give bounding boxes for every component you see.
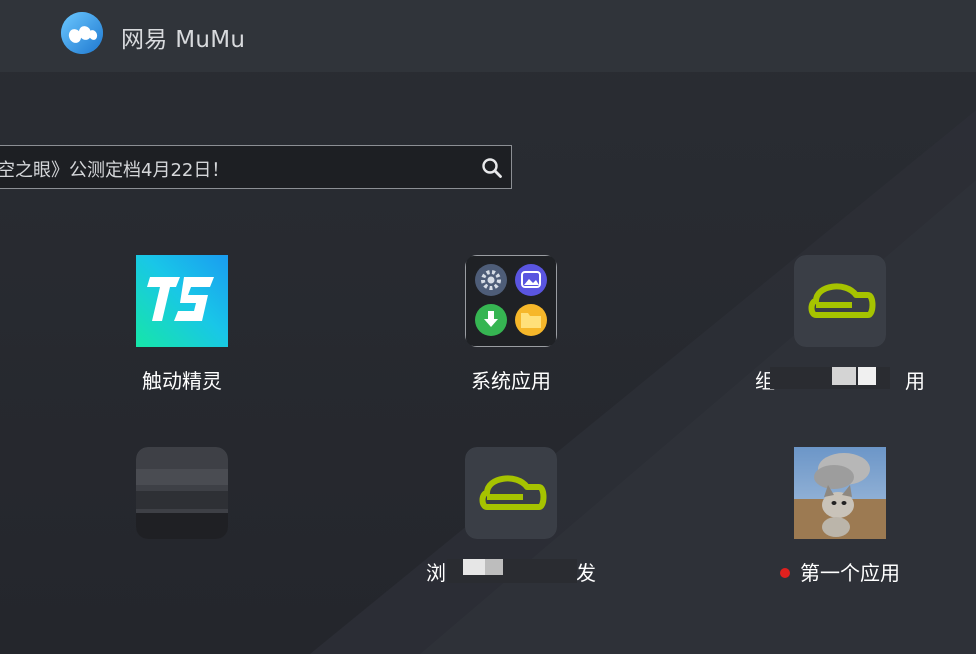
ts-logo-icon[interactable] bbox=[136, 255, 228, 347]
app-label: 第一个应用 bbox=[740, 557, 940, 586]
mumu-home-screen: 网易 MuMu 空之眼》公测定档4月22日！ 触动精灵 系统应用 组 用 浏 发… bbox=[0, 0, 976, 654]
app-label: 触动精灵 bbox=[142, 369, 222, 393]
app-blurred[interactable] bbox=[82, 447, 282, 579]
app-teapot-1[interactable]: 组用 bbox=[740, 255, 940, 394]
app-label: 系统应用 bbox=[471, 369, 551, 393]
app-title: 网易 MuMu bbox=[121, 27, 246, 53]
search-box[interactable]: 空之眼》公测定档4月22日！ bbox=[0, 145, 512, 189]
app-teapot-2[interactable]: 浏发 bbox=[411, 447, 611, 586]
title-bar: 网易 MuMu bbox=[0, 0, 976, 72]
app-touchsprite[interactable]: 触动精灵 bbox=[82, 255, 282, 394]
search-text[interactable]: 空之眼》公测定档4月22日！ bbox=[0, 156, 229, 182]
search-icon[interactable] bbox=[481, 157, 503, 179]
app-label: 浏发 bbox=[426, 559, 596, 585]
cat-photo-icon[interactable] bbox=[794, 447, 886, 539]
app-label: 组用 bbox=[755, 367, 925, 393]
teapot-app-icon[interactable] bbox=[794, 255, 886, 347]
system-apps-folder-icon[interactable] bbox=[465, 255, 557, 347]
mumu-logo-icon bbox=[61, 12, 103, 54]
new-app-badge bbox=[780, 567, 790, 578]
teapot-app-icon[interactable] bbox=[465, 447, 557, 539]
app-system-apps[interactable]: 系统应用 bbox=[411, 255, 611, 394]
app-first-app[interactable]: 第一个应用 bbox=[740, 447, 940, 586]
app-label bbox=[82, 557, 282, 579]
blurred-app-icon[interactable] bbox=[136, 447, 228, 539]
